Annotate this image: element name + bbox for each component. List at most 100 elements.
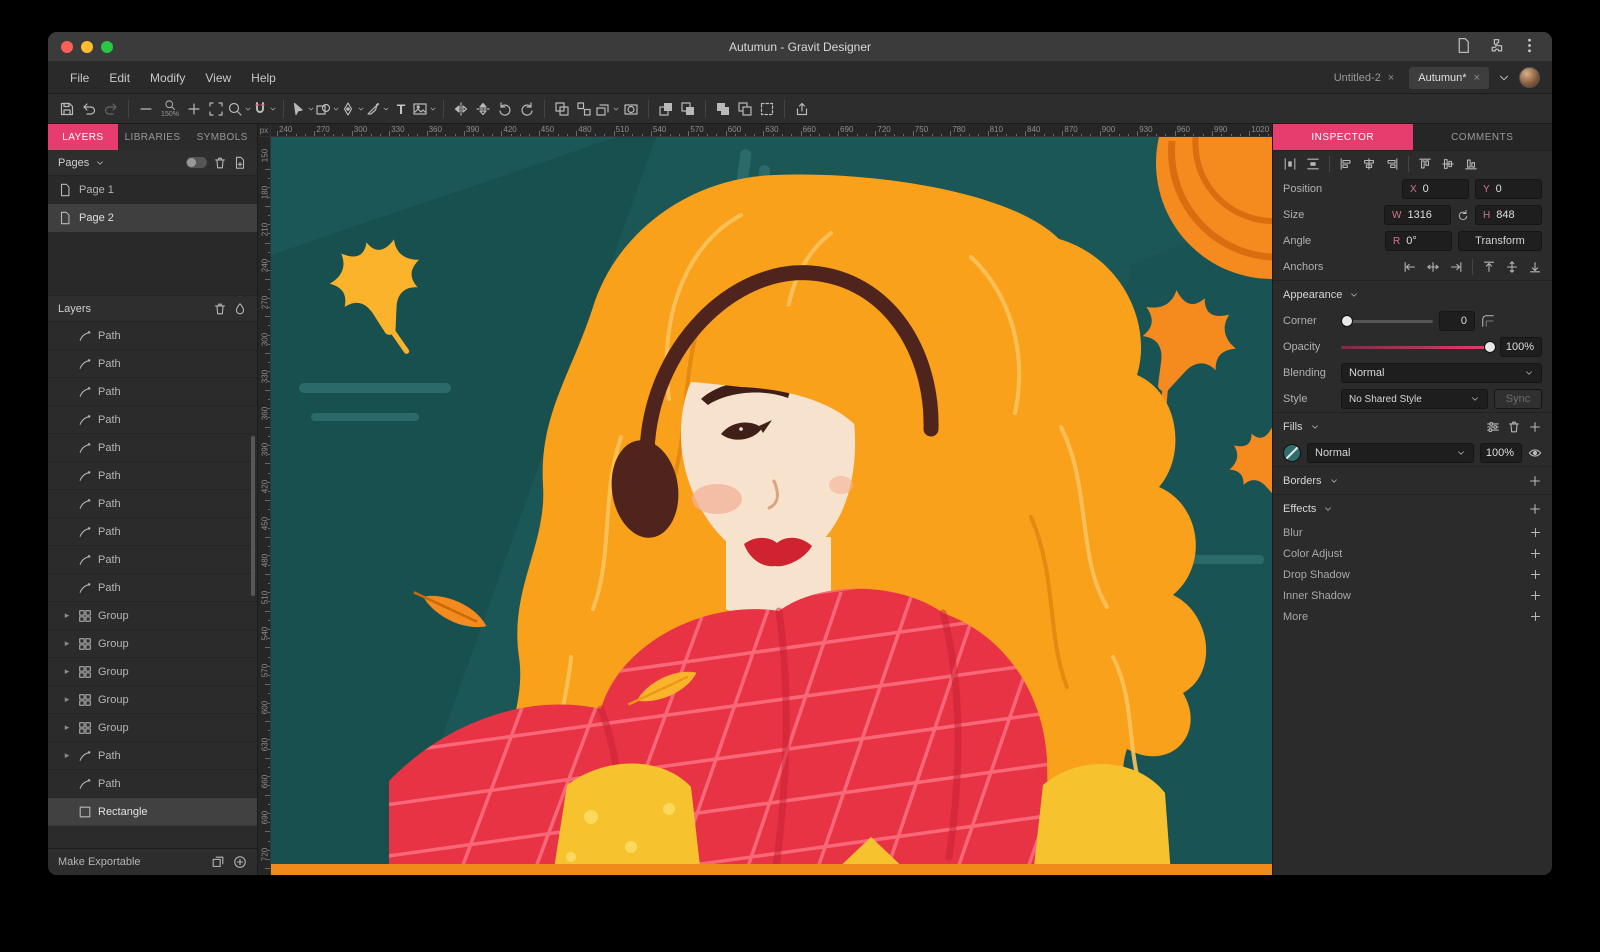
page-row[interactable]: Page 1 (48, 176, 257, 204)
plus-circle-icon[interactable] (233, 855, 247, 869)
layer-row[interactable]: Path (48, 322, 257, 350)
layers-scrollbar[interactable] (251, 436, 255, 596)
shape-tool-button[interactable] (315, 97, 340, 121)
tab-layers[interactable]: LAYERS (48, 124, 118, 150)
effects-header[interactable]: Effects (1273, 494, 1552, 522)
tab-inspector[interactable]: INSPECTOR (1273, 124, 1413, 150)
zoom-in-button[interactable] (183, 97, 205, 121)
expand-arrow-icon[interactable]: ▸ (62, 750, 72, 761)
bring-forward-button[interactable] (655, 97, 677, 121)
flip-horizontal-button[interactable] (450, 97, 472, 121)
layer-row[interactable]: Path (48, 574, 257, 602)
pages-toggle[interactable] (186, 157, 207, 168)
corner-options-icon[interactable] (1481, 314, 1495, 328)
rotate-cw-button[interactable] (516, 97, 538, 121)
layer-row[interactable]: Path (48, 378, 257, 406)
menu-modify[interactable]: Modify (140, 71, 195, 85)
close-window-button[interactable] (61, 41, 73, 53)
image-tool-button[interactable] (412, 97, 437, 121)
layer-row[interactable]: ▸Group (48, 658, 257, 686)
send-backward-button[interactable] (677, 97, 699, 121)
trash-icon[interactable] (213, 156, 227, 170)
zoom-mode-button[interactable] (227, 97, 252, 121)
layer-row[interactable]: ▸Path (48, 742, 257, 770)
fill-opacity-field[interactable]: 100% (1480, 443, 1522, 463)
menu-view[interactable]: View (195, 71, 241, 85)
add-drop-shadow-icon[interactable] (1529, 568, 1542, 581)
opacity-slider[interactable] (1341, 346, 1494, 349)
corner-value-field[interactable]: 0 (1439, 311, 1475, 331)
fills-header[interactable]: Fills (1273, 412, 1552, 440)
tab-comments[interactable]: COMMENTS (1413, 124, 1553, 150)
anchor-bottom-icon[interactable] (1528, 260, 1542, 274)
menu-help[interactable]: Help (241, 71, 286, 85)
align-left-icon[interactable] (1339, 157, 1353, 171)
distribute-vertical-icon[interactable] (1306, 157, 1320, 171)
effect-item-blur[interactable]: Blur (1273, 522, 1552, 543)
anchor-middle-icon[interactable] (1505, 260, 1519, 274)
corner-slider[interactable] (1341, 320, 1433, 323)
rotate-ccw-button[interactable] (494, 97, 516, 121)
fill-options-icon[interactable] (1486, 420, 1500, 434)
flip-vertical-button[interactable] (472, 97, 494, 121)
borders-header[interactable]: Borders (1273, 466, 1552, 494)
export-button[interactable] (791, 97, 813, 121)
fill-blend-select[interactable]: Normal (1307, 443, 1474, 463)
add-more-icon[interactable] (1529, 610, 1542, 623)
vertical-ruler[interactable]: 1501802102402703003303603904204504805105… (258, 137, 271, 875)
transform-button[interactable]: Transform (1458, 231, 1542, 251)
fullscreen-window-button[interactable] (101, 41, 113, 53)
select-tool-button[interactable] (290, 97, 315, 121)
blending-select[interactable]: Normal (1341, 363, 1542, 383)
effect-item-more[interactable]: More (1273, 606, 1552, 627)
user-avatar[interactable] (1519, 67, 1540, 88)
fill-style-icon[interactable] (233, 302, 247, 316)
expand-arrow-icon[interactable]: ▸ (62, 694, 72, 705)
add-fill-icon[interactable] (1528, 420, 1542, 434)
corner-slider-knob[interactable] (1341, 315, 1353, 327)
layer-row[interactable]: ▸Group (48, 602, 257, 630)
effect-item-drop-shadow[interactable]: Drop Shadow (1273, 564, 1552, 585)
anchor-right-icon[interactable] (1449, 260, 1463, 274)
tab-libraries[interactable]: LIBRARIES (118, 124, 188, 150)
expand-arrow-icon[interactable]: ▸ (62, 722, 72, 733)
trash-icon[interactable] (1507, 420, 1521, 434)
sync-style-button[interactable]: Sync (1494, 389, 1542, 409)
ungroup-button[interactable] (573, 97, 595, 121)
align-bottom-icon[interactable] (1464, 157, 1478, 171)
add-inner-shadow-icon[interactable] (1529, 589, 1542, 602)
layer-row[interactable]: Path (48, 770, 257, 798)
opacity-value-field[interactable]: 100% (1500, 337, 1542, 357)
horizontal-ruler[interactable]: 2402703003303603904204504805105405706006… (271, 124, 1272, 137)
mask-button[interactable] (620, 97, 642, 121)
more-menu-icon[interactable] (1521, 37, 1538, 54)
anchor-top-icon[interactable] (1482, 260, 1496, 274)
zoom-fit-button[interactable] (205, 97, 227, 121)
fill-color-swatch[interactable] (1283, 444, 1301, 462)
add-border-icon[interactable] (1528, 474, 1542, 488)
trash-icon[interactable] (213, 302, 227, 316)
close-tab-icon[interactable]: × (1474, 72, 1480, 84)
doc-tab-untitled-2[interactable]: Untitled-2× (1325, 67, 1404, 89)
layer-row[interactable]: Path (48, 434, 257, 462)
minimize-window-button[interactable] (81, 41, 93, 53)
style-select[interactable]: No Shared Style (1341, 389, 1488, 409)
layer-row[interactable]: ▸Group (48, 714, 257, 742)
expand-arrow-icon[interactable]: ▸ (62, 610, 72, 621)
layer-row[interactable]: Path (48, 350, 257, 378)
close-tab-icon[interactable]: × (1388, 72, 1394, 84)
add-color-adjust-icon[interactable] (1529, 547, 1542, 560)
size-h-field[interactable]: H 848 (1475, 205, 1542, 225)
doc-tab-autumun-[interactable]: Autumun*× (1409, 67, 1489, 89)
page-row[interactable]: Page 2 (48, 204, 257, 232)
pen-tool-button[interactable] (340, 97, 365, 121)
zoom-out-button[interactable] (135, 97, 157, 121)
layer-row[interactable]: Path (48, 462, 257, 490)
expand-arrow-icon[interactable]: ▸ (62, 666, 72, 677)
opacity-slider-knob[interactable] (1484, 341, 1496, 353)
expand-arrow-icon[interactable]: ▸ (62, 638, 72, 649)
layer-row[interactable]: Path (48, 546, 257, 574)
knife-tool-button[interactable] (365, 97, 390, 121)
export-slice-icon[interactable] (211, 855, 225, 869)
marquee-button[interactable] (756, 97, 778, 121)
